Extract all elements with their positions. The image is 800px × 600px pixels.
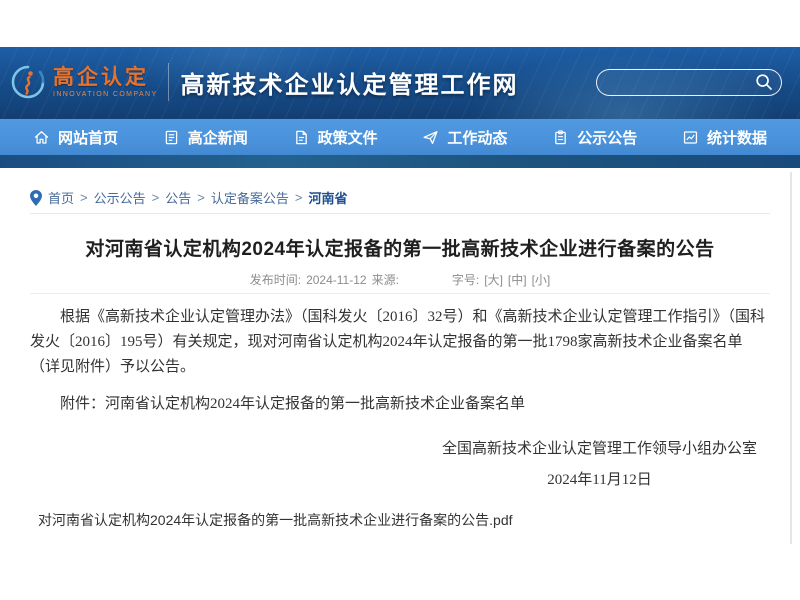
site-logo-text: 高企认定 INNOVATION COMPANY (53, 67, 158, 98)
nav-item-label: 统计数据 (707, 127, 767, 148)
breadcrumb-divider (30, 213, 770, 214)
pdf-attachment-link[interactable]: 对河南省认定机构2024年认定报备的第一批高新技术企业进行备案的公告.pdf (38, 510, 513, 530)
article-body: 根据《高新技术企业认定管理办法》（国科发火〔2016〕32号）和《高新技术企业认… (30, 305, 768, 380)
breadcrumb-item-henan[interactable]: 河南省 (308, 188, 347, 207)
fontsize-label: 字号: (452, 271, 479, 288)
breadcrumb-separator: > (295, 190, 303, 205)
source-label: 来源: (372, 271, 399, 288)
fontsize-small-button[interactable]: [小] (532, 271, 551, 288)
clipboard-icon (552, 129, 569, 146)
site-header: 高企认定 INNOVATION COMPANY 高新技术企业认定管理工作网 (0, 47, 800, 119)
breadcrumb: 首页 > 公示公告 > 公告 > 认定备案公告 > 河南省 (30, 188, 347, 207)
signature-office: 全国高新技术企业认定管理工作领导小组办公室 (442, 440, 757, 458)
nav-item-label: 高企新闻 (188, 127, 248, 148)
meta-divider (30, 293, 770, 294)
send-icon (422, 129, 439, 146)
content-scrollbar[interactable] (790, 172, 792, 544)
search-input[interactable] (609, 74, 755, 90)
breadcrumb-item-announcement[interactable]: 公告 (165, 188, 191, 207)
nav-item-dynamics[interactable]: 工作动态 (422, 127, 507, 148)
nav-item-policy[interactable]: 政策文件 (293, 127, 378, 148)
publish-time-label: 发布时间: (250, 271, 301, 288)
article-paragraph: 根据《高新技术企业认定管理办法》（国科发火〔2016〕32号）和《高新技术企业认… (30, 305, 768, 380)
signature-date: 2024年11月12日 (442, 471, 757, 489)
nav-item-home[interactable]: 网站首页 (33, 127, 118, 148)
page-title: 对河南省认定机构2024年认定报备的第一批高新技术企业进行备案的公告 (30, 234, 770, 261)
header-bottom-strip (0, 155, 800, 168)
breadcrumb-separator: > (80, 190, 88, 205)
nav-item-label: 公示公告 (577, 127, 637, 148)
article-meta: 发布时间: 2024-11-12 来源: 字号: [大] [中] [小] (30, 271, 770, 288)
nav-item-news[interactable]: 高企新闻 (163, 127, 248, 148)
home-icon (33, 129, 50, 146)
fontsize-large-button[interactable]: [大] (484, 271, 503, 288)
site-logo-icon (10, 64, 46, 100)
signature-block: 全国高新技术企业认定管理工作领导小组办公室 2024年11月12日 (442, 440, 757, 489)
fontsize-medium-button[interactable]: [中] (508, 271, 527, 288)
attachment-line: 附件：河南省认定机构2024年认定报备的第一批高新技术企业备案名单 (30, 392, 770, 413)
breadcrumb-item-notices[interactable]: 公示公告 (94, 188, 146, 207)
bar-chart-icon (682, 129, 699, 146)
logo-subtitle: INNOVATION COMPANY (53, 91, 158, 98)
nav-item-announcements[interactable]: 公示公告 (552, 127, 637, 148)
location-pin-icon (30, 190, 42, 206)
breadcrumb-item-home[interactable]: 首页 (48, 188, 74, 207)
breadcrumb-separator: > (197, 190, 205, 205)
breadcrumb-separator: > (152, 190, 160, 205)
logo-title: 高企认定 (53, 67, 158, 88)
nav-item-label: 工作动态 (447, 127, 507, 148)
nav-item-statistics[interactable]: 统计数据 (682, 127, 767, 148)
search-box[interactable] (596, 69, 782, 96)
nav-item-label: 政策文件 (318, 127, 378, 148)
news-icon (163, 129, 180, 146)
breadcrumb-item-filing-notices[interactable]: 认定备案公告 (211, 188, 289, 207)
logo-divider (168, 63, 169, 101)
search-icon[interactable] (755, 73, 773, 91)
nav-item-label: 网站首页 (58, 127, 118, 148)
policy-doc-icon (293, 129, 310, 146)
publish-time-value: 2024-11-12 (306, 273, 367, 287)
site-title: 高新技术企业认定管理工作网 (181, 65, 519, 100)
main-nav: 网站首页 高企新闻 政策文件 工作动态 公示公告 统计数据 (0, 119, 800, 155)
